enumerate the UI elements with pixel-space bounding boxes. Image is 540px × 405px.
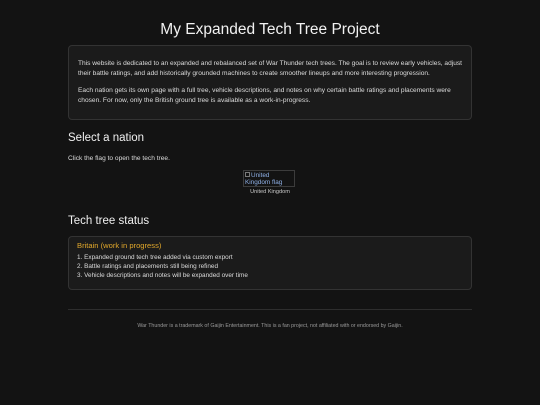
- status-list: 1. Expanded ground tech tree added via c…: [77, 253, 463, 281]
- status-card: Britain (work in progress) 1. Expanded g…: [68, 236, 472, 290]
- status-list-item: 2. Battle ratings and placements still b…: [77, 263, 219, 271]
- page-title: My Expanded Tech Tree Project: [160, 21, 380, 38]
- status-card-title: Britain (work in progress): [77, 241, 162, 250]
- intro-card: This website is dedicated to an expanded…: [68, 45, 472, 120]
- status-heading: Tech tree status: [68, 215, 150, 227]
- footer-divider: [68, 309, 472, 310]
- intro-paragraph-2: Each nation gets its own page with a ful…: [78, 87, 451, 104]
- uk-flag-icon[interactable]: United Kingdom flag: [243, 170, 295, 187]
- select-hint: Click the flag to open the tech tree.: [68, 155, 170, 162]
- select-nation-heading: Select a nation: [68, 132, 145, 144]
- footer-text: War Thunder is a trademark of Gaijin Ent…: [137, 323, 403, 329]
- page: My Expanded Tech Tree Project This websi…: [0, 0, 540, 405]
- flag-alt-text[interactable]: United Kingdom flag: [245, 172, 282, 186]
- broken-image-icon: [245, 172, 250, 177]
- nation-link-united-kingdom[interactable]: United Kingdom flag United Kingdom: [243, 170, 297, 195]
- intro-paragraph-1: This website is dedicated to an expanded…: [78, 60, 462, 77]
- status-list-item: 3. Vehicle descriptions and notes will b…: [77, 272, 248, 280]
- status-list-item: 1. Expanded ground tech tree added via c…: [77, 254, 233, 261]
- nation-caption: United Kingdom: [250, 189, 290, 195]
